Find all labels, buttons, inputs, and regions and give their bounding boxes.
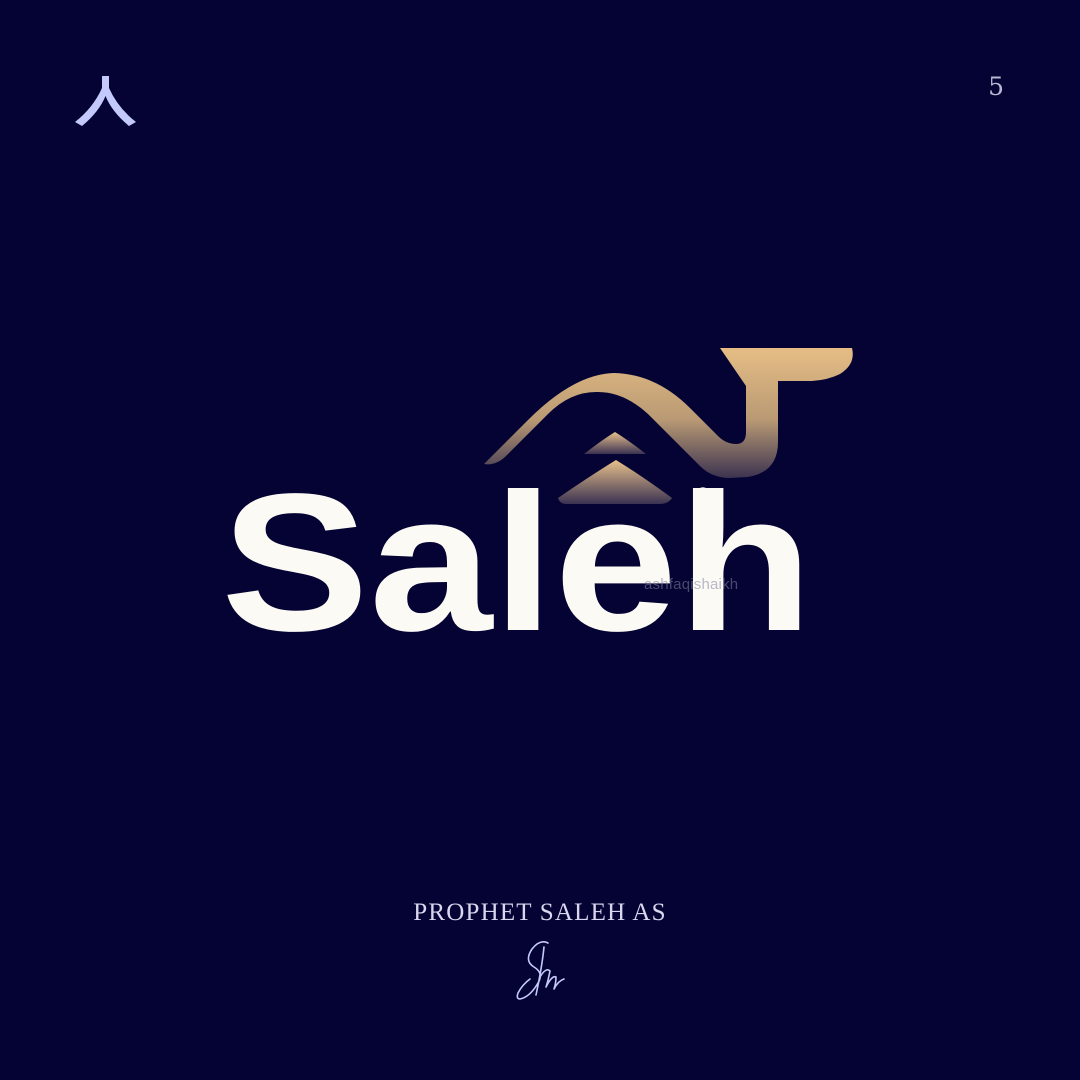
signature-icon (516, 941, 565, 1000)
hat-upper (584, 432, 646, 454)
caption-title: PROPHET SALEH AS (413, 899, 667, 926)
wordmark-saleh: Saleh (221, 453, 813, 672)
watermark: ashfaqishaikh (644, 576, 739, 593)
